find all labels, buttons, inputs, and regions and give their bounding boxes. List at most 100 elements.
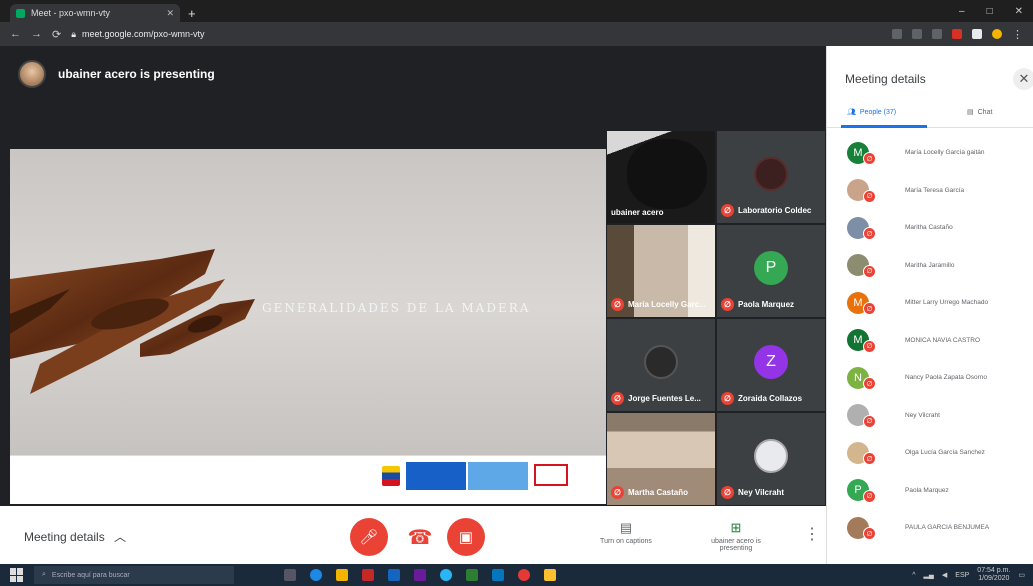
panel-tabs: 👥︎ People (37) ▤ Chat [827,104,1033,128]
new-tab-button[interactable]: + [188,6,196,21]
camera-toggle-button[interactable]: ▣ [447,518,485,556]
star-icon[interactable] [932,29,942,39]
taskbar-search-input[interactable]: ⌕ Escribe aquí para buscar [34,566,234,584]
maximize-button[interactable]: □ [987,6,993,17]
participant-avatar [754,157,788,191]
address-bar: ← → ⟳ 🔒︎ meet.google.com/pxo-wmn-vty ⋮ [0,22,1033,46]
app-icon[interactable] [544,569,556,581]
participant-tile[interactable]: ∅ Martha Castaño [606,412,716,506]
tile-name: Laboratorio Coldec [738,206,812,215]
participant-tile[interactable]: ubainer acero [606,130,716,224]
clock-date: 1/09/2020 [978,575,1010,582]
tab-people[interactable]: 👥︎ People (37) [847,108,897,117]
tray-language[interactable]: ESP [955,572,969,579]
tile-name-row: ∅ Martha Castaño [611,486,688,499]
meeting-details-panel: Meeting details ✕ 👥︎ People (37) ▤ Chat … [826,46,1033,564]
tile-name: Paola Marquez [738,300,795,309]
tab-close-icon[interactable]: ✕ [166,8,174,19]
app-icon[interactable] [492,569,504,581]
notifications-icon[interactable]: ▭ [1018,571,1025,579]
participant-list-item[interactable]: ∅ Maritha Jaramillo [827,247,1033,285]
minimize-button[interactable]: – [959,6,965,17]
chrome-icon[interactable] [518,569,530,581]
participant-list-item[interactable]: ∅ Ney Vilcraht [827,397,1033,435]
participant-name: Ney Vilcraht [905,411,940,419]
tray-up-icon[interactable]: ^ [912,572,915,579]
captions-button[interactable]: ▤ Turn on captions [586,520,666,545]
menu-icon[interactable]: ⋮ [1012,28,1023,41]
people-icon: 👥︎ [847,109,856,116]
tile-name-row: ∅ Ney Vilcraht [721,486,784,499]
more-options-button[interactable]: ⋮ [804,524,820,544]
end-call-button[interactable]: ☎︎ [401,518,439,556]
tile-name-row: ∅ Zoraida Collazos [721,392,802,405]
participant-list-item[interactable]: ∅ Olga Lucía García Sanchez [827,434,1033,472]
reload-icon[interactable]: ⟳ [52,28,61,41]
tile-name: Martha Castaño [628,488,689,497]
sena-logo [468,462,528,490]
forward-arrow-icon[interactable]: → [31,28,42,40]
tab-chat[interactable]: ▤ Chat [967,108,992,117]
participant-list-item[interactable]: ∅ Maritha Castaño [827,209,1033,247]
tile-name: Zoraida Collazos [738,394,803,403]
chat-icon: ▤ [967,109,974,116]
meeting-details-button[interactable]: Meeting details ︿ [24,528,126,545]
mic-off-icon: ∅ [611,298,624,311]
participant-list-item[interactable]: ∅ María Teresa García [827,172,1033,210]
translate-icon[interactable] [912,29,922,39]
url-field[interactable]: 🔒︎ meet.google.com/pxo-wmn-vty [71,29,204,40]
clock[interactable]: 07:54 p.m. 1/09/2020 [977,567,1010,583]
taskbar-search-placeholder: Escribe aquí para buscar [51,571,130,579]
participant-name: MONICA NAVIA CASTRO [905,336,981,344]
app-icon[interactable] [440,569,452,581]
mic-off-icon: ∅ [611,392,624,405]
camera-off-icon: ▣ [458,529,474,546]
back-arrow-icon[interactable]: ← [10,28,21,40]
puzzle-icon[interactable] [972,29,982,39]
task-view-icon[interactable] [284,569,296,581]
edge-icon[interactable] [310,569,322,581]
participant-tile[interactable]: P ∅ Paola Marquez [716,224,826,318]
system-tray: ^ ▂▄ ◀ ESP 07:54 p.m. 1/09/2020 ▭ [912,567,1033,583]
app-icon[interactable] [414,569,426,581]
profile-avatar[interactable] [992,29,1002,39]
participant-list-item[interactable]: N ∅ Nancy Paola Zapata Osorno [827,359,1033,397]
close-panel-button[interactable]: ✕ [1013,68,1033,90]
participant-avatar [644,345,678,379]
windows-start-icon[interactable] [10,568,24,582]
participant-tile[interactable]: Z ∅ Zoraida Collazos [716,318,826,412]
mic-off-icon: ∅ [721,298,734,311]
browser-tab[interactable]: Meet - pxo-wmn-vty ✕ [10,4,180,22]
mic-off-icon: ∅ [863,377,876,390]
participant-list-item[interactable]: M ∅ María Locelly García gaitán [827,134,1033,172]
participant-name: Nancy Paola Zapata Osorno [905,374,988,382]
network-icon[interactable]: ▂▄ [924,571,934,579]
volume-icon[interactable]: ◀ [942,571,947,579]
mic-toggle-button[interactable]: 🎤︎ [350,518,388,556]
camera-icon[interactable] [892,29,902,39]
file-explorer-icon[interactable] [336,569,348,581]
app-icon[interactable] [466,569,478,581]
search-icon: ⌕ [42,571,46,578]
participant-list-item[interactable]: ∅ PAULA GARCIA BENJUMEA [827,509,1033,547]
close-window-button[interactable]: ✕ [1015,6,1023,17]
participant-tile[interactable]: ∅ Laboratorio Coldec [716,130,826,224]
tab-people-label: People (37) [859,108,897,116]
participant-tile[interactable]: ∅ Ney Vilcraht [716,412,826,506]
presenting-button[interactable]: ⊞ ubainer acero is presenting [696,520,776,552]
tile-name-row: ∅ Jorge Fuentes Le... [611,392,701,405]
participant-tile[interactable]: ∅ María Locelly Garc... [606,224,716,318]
presentation-slide: GENERALIDADES DE LA MADERA [10,149,610,504]
app-icon[interactable] [388,569,400,581]
tile-name: María Locelly Garc... [628,300,706,309]
colombia-shield-logo [382,466,400,486]
presenter-avatar [18,60,46,88]
extension-icon[interactable] [952,29,962,39]
lock-icon: 🔒︎ [71,28,77,39]
participant-tile[interactable]: ∅ Jorge Fuentes Le... [606,318,716,412]
participant-list-item[interactable]: M ∅ Mitter Larry Urrego Machado [827,284,1033,322]
participant-list-item[interactable]: P ∅ Paola Marquez [827,472,1033,510]
app-icon[interactable] [362,569,374,581]
mic-off-icon: ∅ [721,392,734,405]
participant-list-item[interactable]: M ∅ MONICA NAVIA CASTRO [827,322,1033,360]
